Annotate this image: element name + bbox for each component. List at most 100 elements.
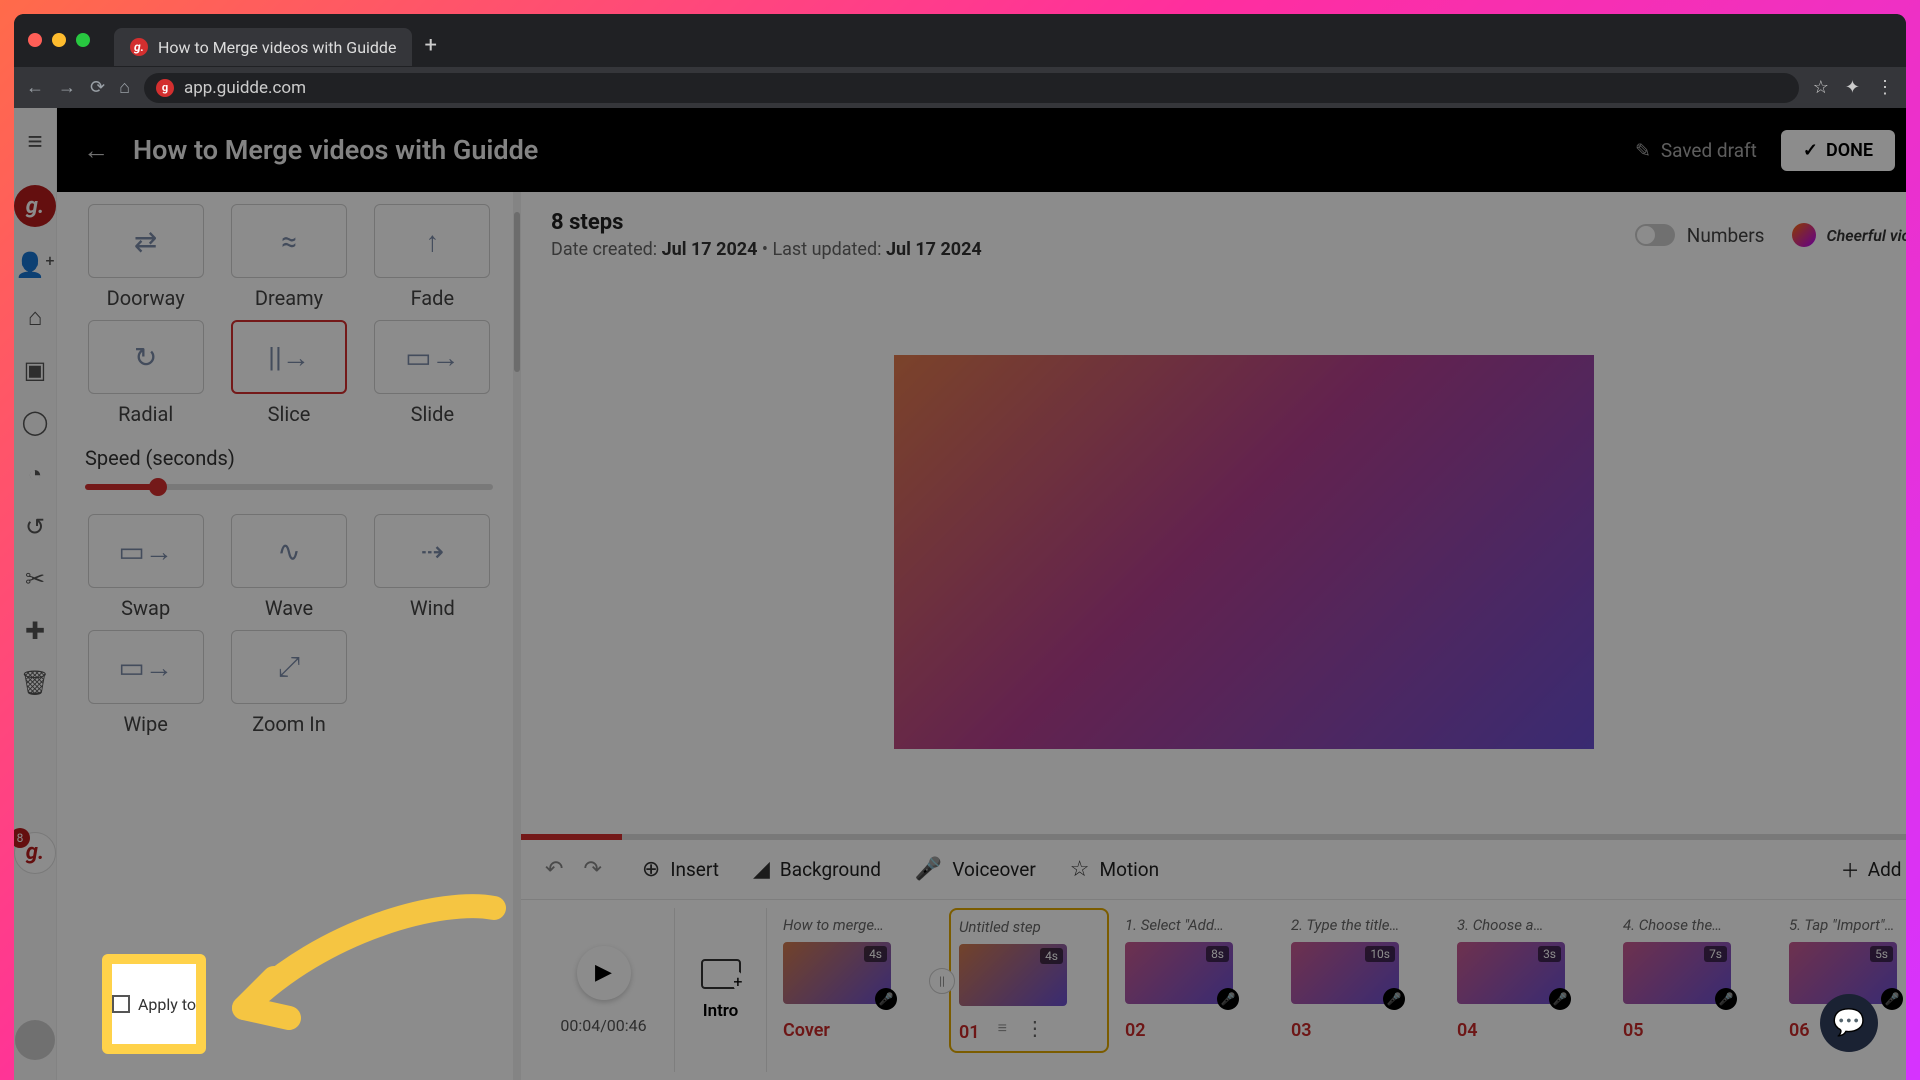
hamburger-icon[interactable]: ≡ (27, 126, 42, 157)
step-thumb: 4s🎤 (783, 942, 891, 1004)
transition-label: Wipe (123, 712, 167, 736)
panel-scrollbar[interactable] (513, 192, 521, 1080)
step-04[interactable]: 3. Choose a… 3s🎤 04 (1457, 916, 1607, 1041)
add-step-button[interactable]: ＋Add step (1841, 856, 1906, 883)
chat-widget-button[interactable]: 💬 (1820, 994, 1878, 1052)
home-nav-icon[interactable]: ⌂ (28, 303, 43, 332)
videos-icon[interactable]: ▣ (24, 356, 47, 384)
drag-handle-icon[interactable]: ≡ (998, 1018, 1007, 1038)
transition-fade[interactable]: ↑ (374, 204, 490, 278)
transition-swap[interactable]: ▭→ (88, 514, 204, 588)
browser-tab[interactable]: g. How to Merge videos with Guidde (114, 28, 412, 66)
slider-thumb[interactable] (149, 478, 167, 496)
transition-dreamy[interactable]: ≈ (231, 204, 347, 278)
header-back-icon[interactable]: ← (83, 135, 109, 166)
step-menu-icon[interactable]: ⋮ (1025, 1016, 1045, 1040)
step-02[interactable]: 1. Select "Add… 8s🎤 02 (1125, 916, 1275, 1041)
address-bar[interactable]: g app.guidde.com (144, 73, 1799, 103)
speed-slider[interactable] (85, 484, 493, 490)
transition-label: Wave (265, 596, 313, 620)
add-user-icon[interactable]: 👤⁺ (15, 251, 55, 279)
page-title: How to Merge videos with Guidde (133, 134, 538, 166)
numbers-label: Numbers (1687, 224, 1765, 247)
mic-icon: 🎤 (1549, 988, 1571, 1010)
voiceover-button[interactable]: 🎤Voiceover (915, 857, 1036, 882)
plus-icon: ＋ (1841, 856, 1860, 883)
scrollbar-thumb[interactable] (514, 212, 520, 372)
transition-radial[interactable]: ↻ (88, 320, 204, 394)
extensions-icon[interactable]: ✦ (1845, 77, 1860, 98)
browser-titlebar: g. How to Merge videos with Guidde + (14, 14, 1906, 66)
transition-badge-icon[interactable]: || (929, 968, 955, 994)
intro-cell[interactable]: Intro (675, 908, 767, 1072)
transition-slice[interactable]: ||→ (231, 320, 347, 394)
timeline: ▶ 00:04/00:46 Intro How to merge… 4s🎤 Co… (521, 900, 1906, 1080)
history-icon[interactable]: ↺ (25, 513, 45, 541)
step-01[interactable]: || Untitled step 4s 01 ≡ ⋮ (949, 908, 1109, 1053)
numbers-toggle-row: Numbers (1635, 224, 1765, 247)
play-cell: ▶ 00:04/00:46 (533, 908, 675, 1072)
meta-dates: Date created: Jul 17 2024 • Last updated… (551, 239, 1635, 260)
step-thumb: 7s🎤 (1623, 942, 1731, 1004)
home-icon[interactable]: ⌂ (119, 77, 130, 98)
close-window-button[interactable] (28, 33, 42, 47)
maximize-window-button[interactable] (76, 33, 90, 47)
plus-circle-icon: ⊕ (642, 857, 660, 882)
new-tab-button[interactable]: + (424, 33, 436, 58)
tab-title: How to Merge videos with Guidde (158, 38, 396, 57)
speed-label: Speed (seconds) (85, 446, 493, 470)
fill-icon: ◢ (753, 857, 770, 882)
motion-button[interactable]: ☆Motion (1070, 857, 1159, 882)
user-avatar[interactable] (15, 1020, 55, 1060)
step-03[interactable]: 2. Type the title… 10s🎤 03 (1291, 916, 1441, 1041)
music-icon (1792, 223, 1816, 247)
back-icon[interactable]: ← (26, 77, 44, 98)
address-text: app.guidde.com (184, 78, 306, 98)
transition-label: Slide (411, 402, 455, 426)
step-thumb: 10s🎤 (1291, 942, 1399, 1004)
transition-wipe[interactable]: ▭→ (88, 630, 204, 704)
loading-icon[interactable]: ◔ (28, 460, 43, 489)
insert-button[interactable]: ⊕Insert (642, 857, 719, 882)
transition-slide[interactable]: ▭→ (374, 320, 490, 394)
transition-zoom-in[interactable]: ⤢ (231, 630, 347, 704)
play-button[interactable]: ▶ (577, 946, 631, 1000)
puzzle-icon[interactable]: ✚ (25, 617, 45, 645)
app-logo[interactable]: g. (14, 185, 56, 227)
apply-checkbox[interactable] (112, 995, 130, 1013)
transition-label: Doorway (107, 286, 185, 310)
tools-icon[interactable]: ✂ (25, 565, 45, 593)
star-icon: ☆ (1070, 857, 1090, 882)
music-label: Cheerful victory (1826, 226, 1906, 245)
transition-wave[interactable]: ∿ (231, 514, 347, 588)
progress-fill (521, 834, 622, 840)
transition-label: Fade (411, 286, 455, 310)
done-button[interactable]: ✓ DONE (1781, 130, 1895, 171)
background-button[interactable]: ◢Background (753, 857, 881, 882)
forward-icon[interactable]: → (58, 77, 76, 98)
transition-wind[interactable]: ⇢ (374, 514, 490, 588)
transition-doorway[interactable]: ⇄ (88, 204, 204, 278)
app-shell: ≡ g. 👤⁺ ⌂ ▣ ◯ ◔ ↺ ✂ ✚ 🗑 g. 8 ← How to Me… (14, 108, 1906, 1080)
step-05[interactable]: 4. Choose the… 7s🎤 05 (1623, 916, 1773, 1041)
apply-checkbox-label: Apply to (138, 995, 196, 1014)
timeline-progress[interactable] (521, 834, 1906, 840)
minimize-window-button[interactable] (52, 33, 66, 47)
bookmark-icon[interactable]: ☆ (1813, 77, 1829, 98)
reload-icon[interactable]: ⟳ (90, 77, 105, 98)
redo-icon[interactable]: ↷ (583, 857, 601, 882)
transition-label: Wind (410, 596, 455, 620)
trash-icon[interactable]: 🗑 (20, 669, 50, 697)
check-icon: ✓ (1803, 140, 1818, 161)
editor-toolbar: ↶ ↷ ⊕Insert ◢Background 🎤Voiceover ☆Moti… (521, 840, 1906, 900)
globe-icon[interactable]: ◯ (22, 408, 49, 436)
undo-icon[interactable]: ↶ (545, 857, 563, 882)
numbers-toggle[interactable] (1635, 224, 1675, 246)
wand-icon: ✎ (1635, 139, 1651, 162)
steps-count: 8 steps (551, 210, 1635, 235)
canvas-gradient[interactable] (894, 355, 1594, 749)
menu-icon[interactable]: ⋮ (1876, 77, 1894, 98)
step-cover[interactable]: How to merge… 4s🎤 Cover (783, 916, 933, 1041)
music-chip[interactable]: Cheerful victory (1792, 223, 1906, 247)
step-thumb: 4s (959, 944, 1067, 1006)
